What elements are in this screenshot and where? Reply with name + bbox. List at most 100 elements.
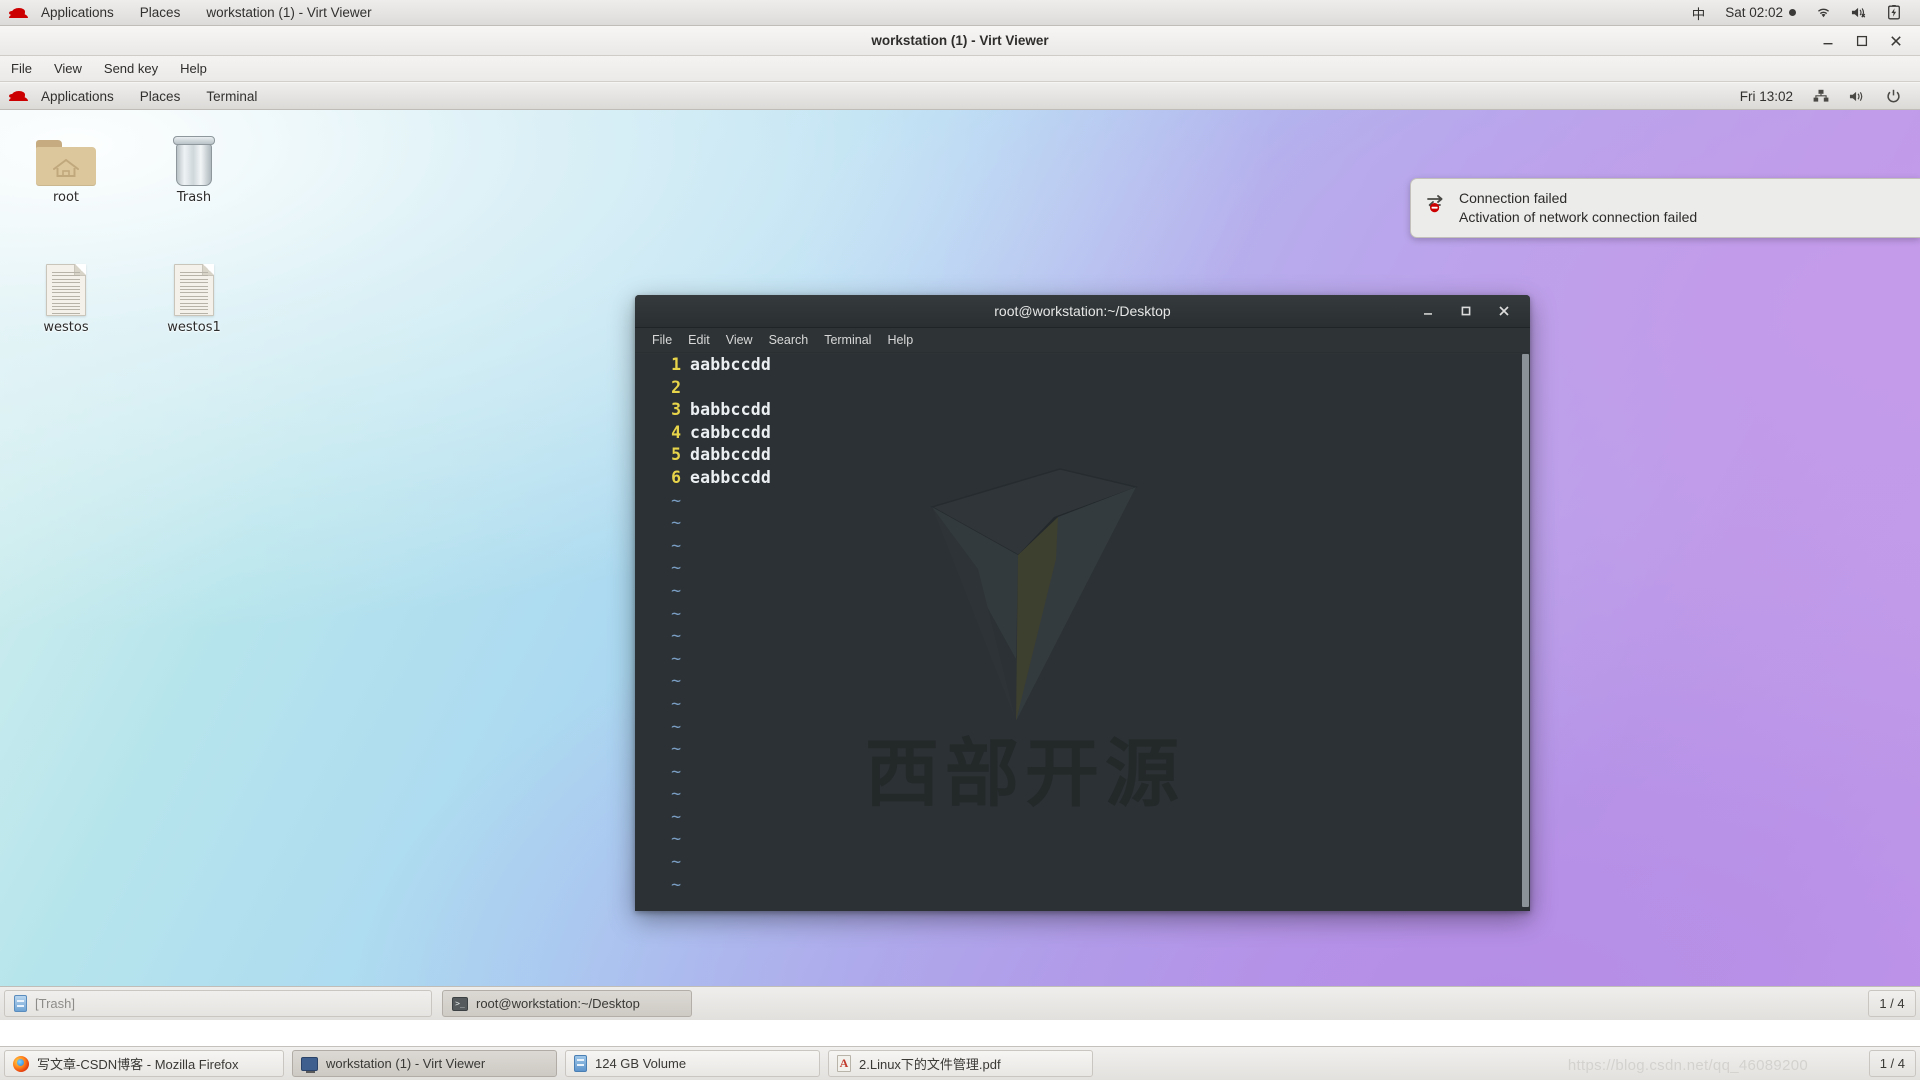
power-icon[interactable] [1877,83,1910,110]
terminal-body[interactable]: 西部开源 1 aabbccdd 2 3 babbccdd 4 cabbccdd … [635,354,1530,911]
host-window-title-button[interactable]: workstation (1) - Virt Viewer [193,0,384,26]
trash-icon [14,995,27,1012]
vim-empty-line: ~ [635,490,1530,513]
vim-empty-line: ~ [635,580,1530,603]
close-button[interactable] [1888,33,1904,49]
desktop-icon-root[interactable]: root [12,130,120,205]
host-taskbar-item-virt-viewer[interactable]: workstation (1) - Virt Viewer [292,1050,557,1077]
tilde-marker: ~ [671,603,681,623]
network-icon[interactable] [1804,83,1838,110]
vim-empty-line: ~ [635,761,1530,784]
vim-empty-line: ~ [635,512,1530,535]
vim-empty-line: ~ [635,535,1530,558]
guest-menu-places[interactable]: Places [127,83,194,110]
desktop-icon-westos1[interactable]: westos1 [140,260,248,335]
line-number: 2 [671,377,681,397]
terminal-title: root@workstation:~/Desktop [994,303,1171,319]
editor-line: 1 aabbccdd [635,354,1530,377]
vim-empty-line: ~ [635,670,1530,693]
desktop-icon-trash[interactable]: Trash [140,130,248,205]
line-number: 4 [671,422,681,442]
virt-menu-file[interactable]: File [0,56,43,82]
host-taskbar-item-pdf[interactable]: A 2.Linux下的文件管理.pdf [828,1050,1093,1077]
battery-charging-icon[interactable] [1878,0,1910,26]
vim-empty-line: ~ [635,738,1530,761]
guest-menu-applications[interactable]: Applications [28,83,127,110]
minimize-button[interactable] [1820,33,1836,49]
document-icon [12,260,120,316]
network-error-icon [1425,192,1447,214]
host-taskbar-item-label: workstation (1) - Virt Viewer [326,1056,486,1071]
tilde-marker: ~ [671,716,681,736]
line-text: aabbccdd [690,355,772,374]
host-menu-applications[interactable]: Applications [28,0,127,26]
firefox-icon [13,1055,29,1072]
terminal-window: root@workstation:~/Desktop File Edit Vie… [635,295,1530,911]
tilde-marker: ~ [671,671,681,691]
input-method-indicator[interactable]: 中 [1682,0,1716,26]
terminal-menu-terminal[interactable]: Terminal [816,328,879,353]
notification-text: Connection failed Activation of network … [1459,190,1697,225]
virt-menu-help[interactable]: Help [169,56,218,82]
terminal-menu-edit[interactable]: Edit [680,328,718,353]
virt-menu-send-key[interactable]: Send key [93,56,169,82]
guest-taskbar-item-trash[interactable]: [Trash] [4,990,432,1017]
guest-panel-status-area: Fri 13:02 [1731,83,1920,110]
guest-menu-terminal[interactable]: Terminal [193,83,270,110]
host-panel-status-area: 中 Sat 02:02 [1682,0,1920,26]
line-text: babbccdd [690,400,772,420]
vim-empty-line: ~ [635,693,1530,716]
wifi-icon[interactable] [1806,0,1841,26]
terminal-scrollbar[interactable] [1521,354,1530,911]
recording-dot-icon [1789,9,1796,16]
minimize-button[interactable] [1420,303,1436,319]
host-menu-places[interactable]: Places [127,0,194,26]
scrollbar-thumb[interactable] [1522,354,1529,907]
terminal-menu-view[interactable]: View [718,328,761,353]
host-clock[interactable]: Sat 02:02 [1715,0,1806,26]
host-taskbar-item-volume[interactable]: 124 GB Volume [565,1050,820,1077]
terminal-menu-file[interactable]: File [644,328,680,353]
desktop-icon-label: westos1 [167,320,221,335]
line-number: 6 [671,467,681,487]
guest-clock[interactable]: Fri 13:02 [1731,83,1802,110]
vim-empty-line: ~ [635,783,1530,806]
maximize-button[interactable] [1854,33,1870,49]
tilde-marker: ~ [671,558,681,578]
vim-editor[interactable]: 1 aabbccdd 2 3 babbccdd 4 cabbccdd 5 dab… [635,354,1530,911]
workspace-pager[interactable]: 1 / 4 [1868,990,1916,1017]
virt-menu-view[interactable]: View [43,56,93,82]
terminal-menu-help[interactable]: Help [879,328,921,353]
virt-viewer-icon [301,1056,318,1073]
tilde-marker: ~ [671,490,681,510]
maximize-button[interactable] [1458,303,1474,319]
host-taskbar-item-firefox[interactable]: 写文章-CSDN博客 - Mozilla Firefox [4,1050,284,1077]
vim-empty-line: ~ [635,648,1530,671]
tilde-marker: ~ [671,513,681,533]
desktop-icon-westos[interactable]: westos [12,260,120,335]
terminal-menu-search[interactable]: Search [761,328,817,353]
guest-taskbar-item-terminal[interactable]: >_ root@workstation:~/Desktop [442,990,692,1017]
notification-popup[interactable]: Connection failed Activation of network … [1410,178,1920,238]
volume-icon[interactable] [1840,83,1875,110]
tilde-marker: ~ [671,739,681,759]
guest-taskbar: [Trash] >_ root@workstation:~/Desktop 1 … [0,986,1920,1020]
document-icon [140,260,248,316]
editor-line: 2 [635,377,1530,400]
editor-line: 4 cabbccdd [635,422,1530,445]
redhat-logo-icon [8,88,30,104]
volume-muted-icon[interactable] [1841,0,1878,26]
vim-empty-line: ~ [635,557,1530,580]
host-taskbar-item-label: 124 GB Volume [595,1056,687,1071]
close-button[interactable] [1496,303,1512,319]
line-text: eabbccdd [690,467,772,487]
host-workspace-pager[interactable]: 1 / 4 [1868,1050,1916,1077]
terminal-window-controls [1420,303,1530,319]
terminal-menubar: File Edit View Search Terminal Help [635,328,1530,353]
tilde-marker: ~ [671,580,681,600]
virt-viewer-titlebar[interactable]: workstation (1) - Virt Viewer [0,26,1920,56]
trash-icon [140,130,248,186]
virt-viewer-window-controls [1820,33,1920,49]
terminal-titlebar[interactable]: root@workstation:~/Desktop [635,295,1530,328]
tilde-marker: ~ [671,535,681,555]
